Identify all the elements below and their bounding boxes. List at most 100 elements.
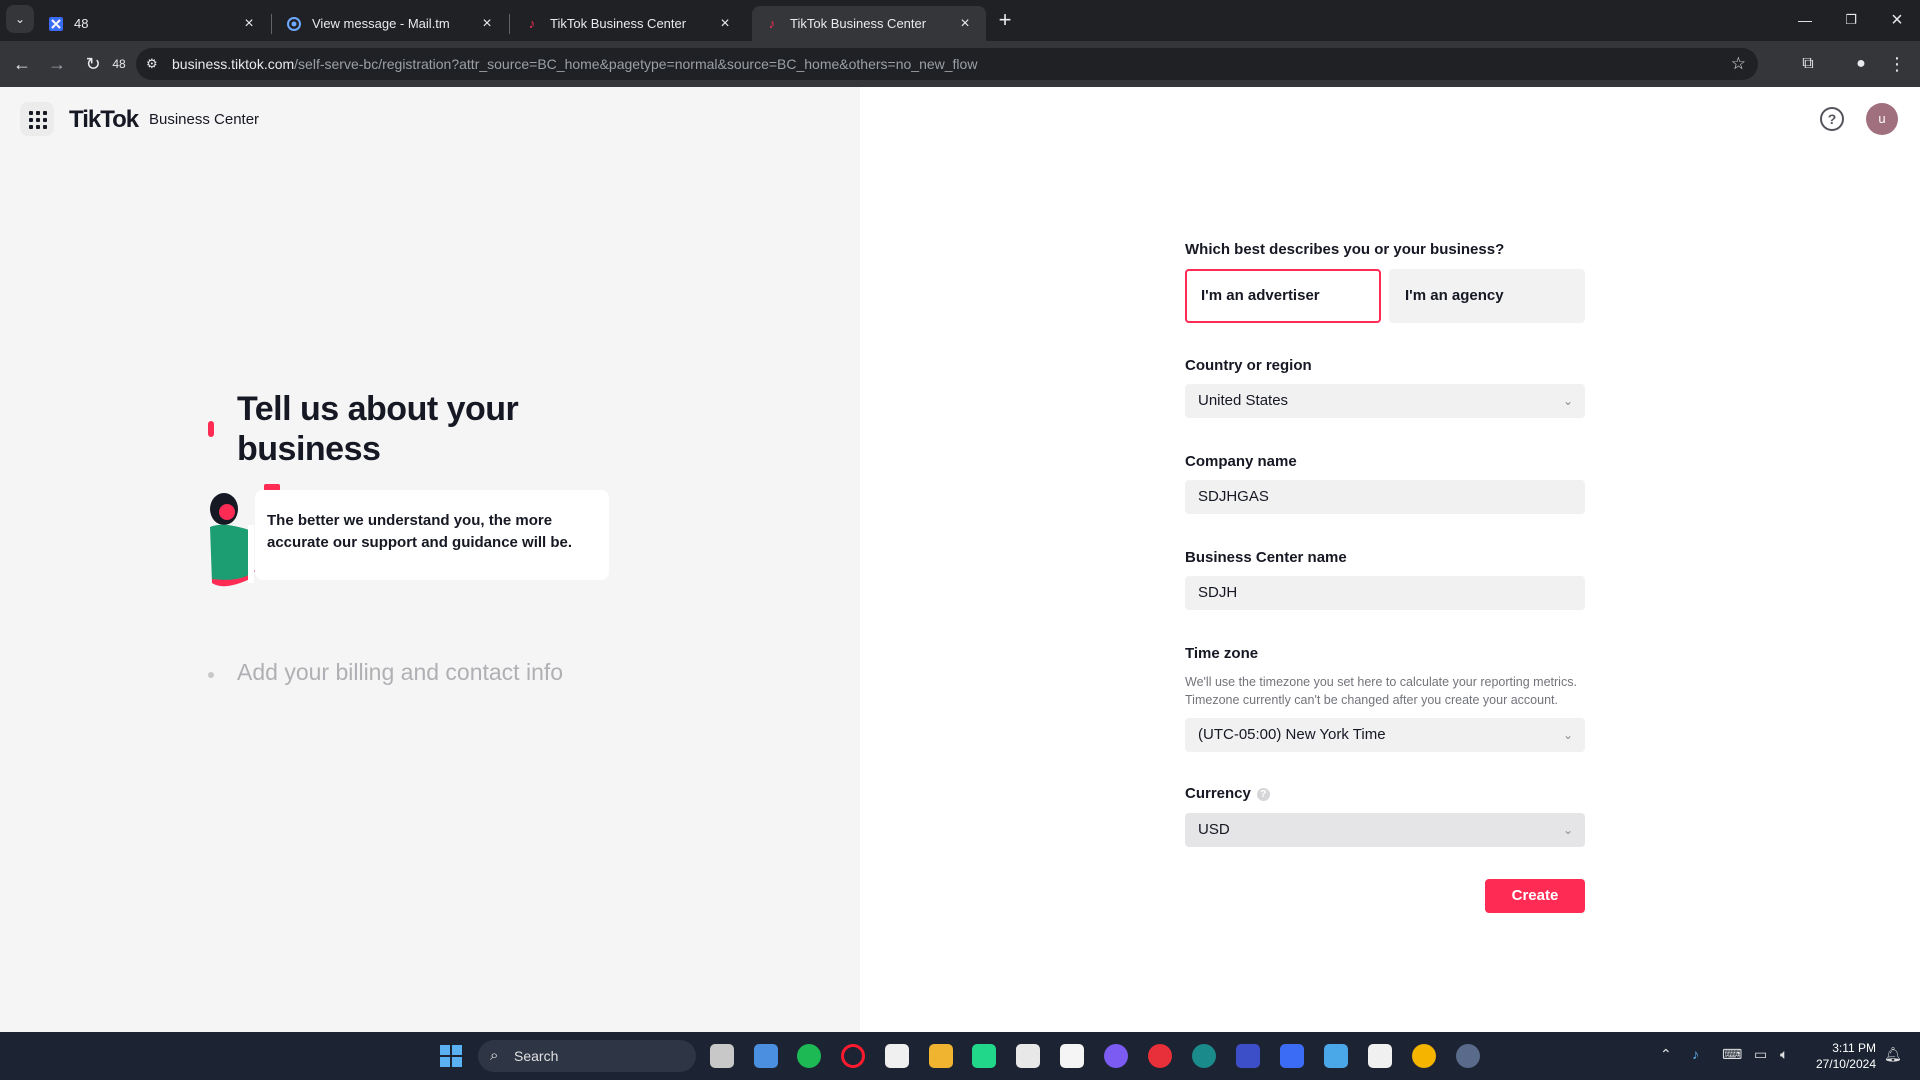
circle-app-icon[interactable] [1192, 1044, 1216, 1068]
window-close-button[interactable]: × [1882, 5, 1912, 35]
current-step-indicator [208, 421, 214, 437]
agency-option[interactable]: I'm an agency [1389, 269, 1585, 323]
tiktok-favicon-icon: ♪ [768, 16, 776, 31]
network-icon[interactable]: ▭ [1754, 1046, 1767, 1063]
pycharm-icon[interactable] [972, 1044, 996, 1068]
chevron-down-icon: ⌄ [1562, 728, 1573, 742]
mail-favicon-icon [286, 16, 302, 32]
back-arrow-icon[interactable]: ← [7, 49, 37, 79]
currency-label-text: Currency [1185, 785, 1251, 802]
search-icon: ⌕ [490, 1047, 499, 1064]
speech-bubble-text: The better we understand you, the more a… [255, 490, 609, 580]
tab-2[interactable]: View message - Mail.tm × [274, 6, 508, 41]
page-header: TikTok Business Center ? u [0, 87, 1920, 151]
timezone-select[interactable]: (UTC-05:00) New York Time ⌄ [1185, 718, 1585, 752]
close-tab-icon[interactable]: × [956, 15, 974, 33]
country-value: United States [1198, 392, 1289, 409]
close-tab-icon[interactable]: × [478, 15, 496, 33]
chevron-up-icon[interactable]: ⌃ [1660, 1046, 1672, 1063]
windows-start-icon[interactable] [440, 1045, 462, 1067]
extensions-icon[interactable]: ⧉ [1793, 49, 1823, 79]
tiktok-logo[interactable]: TikTok [69, 106, 139, 134]
tab-title: View message - Mail.tm [312, 16, 450, 31]
company-name-value: SDJHGAS [1198, 488, 1269, 505]
business-type-question: Which best describes you or your busines… [1185, 241, 1505, 258]
step1-title: Tell us about your business [237, 390, 519, 468]
url-host: business.tiktok.com [172, 56, 295, 72]
bc-name-value: SDJH [1198, 584, 1238, 601]
bc-name-label: Business Center name [1185, 549, 1347, 566]
tab-divider [509, 14, 510, 34]
company-name-input[interactable]: SDJHGAS [1185, 480, 1585, 514]
bc-name-input[interactable]: SDJH [1185, 576, 1585, 610]
close-tab-icon[interactable]: × [716, 15, 734, 33]
notion-calendar-icon[interactable] [1368, 1044, 1392, 1068]
profile-icon[interactable]: ● [1846, 49, 1876, 79]
help-icon[interactable]: ? [1820, 107, 1844, 131]
tab-search-button[interactable]: ⌄ [6, 5, 34, 33]
restore-button[interactable]: ❐ [1836, 5, 1866, 35]
advertiser-option[interactable]: I'm an advertiser [1185, 269, 1381, 323]
timezone-hint: We'll use the timezone you set here to c… [1185, 675, 1577, 707]
windows-taskbar: ⌕ Search ⌃ ♪ ⌨ ▭ 🔈︎ 3:11 PM 27/10/2024 🔔… [0, 1032, 1920, 1080]
notepad-icon[interactable] [1324, 1044, 1348, 1068]
maps-app-icon[interactable] [754, 1044, 778, 1068]
url-path: /self-serve-bc/registration?attr_source=… [294, 56, 978, 72]
apps-grid-icon[interactable] [20, 102, 54, 136]
currency-select[interactable]: USD ⌄ [1185, 813, 1585, 847]
keyboard-icon[interactable]: ⌨ [1722, 1046, 1742, 1063]
minimize-button[interactable]: — [1790, 5, 1820, 35]
office-app-icon[interactable] [929, 1044, 953, 1068]
step2-title: Add your billing and contact info [237, 659, 564, 685]
browser-menu-icon[interactable]: ⋮ [1882, 49, 1912, 79]
file-explorer-icon[interactable] [710, 1044, 734, 1068]
page-content: Tell us about your business The better w… [0, 87, 1920, 1032]
close-tab-icon[interactable]: × [240, 15, 258, 33]
chrome-icon[interactable] [1412, 1044, 1436, 1068]
clock-date: 27/10/2024 [1815, 1057, 1876, 1071]
business-center-label: Business Center [149, 111, 260, 128]
clock[interactable]: 3:11 PM 27/10/2024 [1808, 1040, 1876, 1072]
volume-icon[interactable]: 🔈︎ [1780, 1046, 1788, 1063]
user-avatar[interactable]: u [1866, 103, 1898, 135]
capcut-icon[interactable] [1060, 1044, 1084, 1068]
tab-1[interactable]: 48 × [36, 6, 270, 41]
bookmark-star-icon[interactable]: ☆ [1731, 54, 1746, 74]
chevron-down-icon: ⌄ [1562, 394, 1573, 408]
tab-4-active[interactable]: ♪ TikTok Business Center × [752, 6, 986, 41]
microphone-icon[interactable]: ♪ [1692, 1046, 1699, 1062]
address-bar[interactable]: ⚙ business.tiktok.com/self-serve-bc/regi… [136, 48, 1758, 80]
new-tab-button[interactable]: + [990, 5, 1020, 35]
tab-divider [271, 14, 272, 34]
country-label: Country or region [1185, 357, 1312, 374]
notification-bell-icon[interactable]: 🔔︎ [1884, 1046, 1902, 1063]
app-favicon-icon [48, 16, 64, 32]
firefox-icon[interactable] [1104, 1044, 1128, 1068]
taskbar-search-label: Search [514, 1048, 559, 1064]
notion-icon[interactable] [885, 1044, 909, 1068]
create-button[interactable]: Create [1485, 879, 1585, 913]
tab-title: TikTok Business Center [550, 16, 687, 31]
currency-value: USD [1198, 821, 1230, 838]
spotify-icon[interactable] [797, 1044, 821, 1068]
active-app-icon[interactable] [1456, 1044, 1480, 1068]
browser-tab-strip: ⌄ 48 × View message - Mail.tm × ♪ TikTok… [0, 0, 1920, 41]
search-app-icon[interactable] [1236, 1044, 1260, 1068]
opera-icon[interactable] [841, 1044, 865, 1068]
calendar-icon[interactable] [1016, 1044, 1040, 1068]
forward-arrow-icon[interactable]: → [42, 49, 72, 79]
left-pane: Tell us about your business The better w… [0, 87, 860, 1032]
tab-title: TikTok Business Center [790, 16, 927, 31]
blue-x-app-icon[interactable] [1280, 1044, 1304, 1068]
site-info-icon[interactable]: ⚙ [146, 56, 158, 72]
info-icon[interactable]: ? [1256, 787, 1270, 801]
clock-time: 3:11 PM [1832, 1041, 1876, 1055]
company-name-label: Company name [1185, 453, 1297, 470]
country-select[interactable]: United States ⌄ [1185, 384, 1585, 418]
timezone-label: Time zone [1185, 645, 1259, 662]
browser-toolbar: ← → ↻ 48 ⚙ business.tiktok.com/self-serv… [0, 41, 1920, 87]
timezone-value: (UTC-05:00) New York Time [1198, 726, 1386, 743]
taskbar-search[interactable]: ⌕ Search [478, 1040, 696, 1072]
tab-3[interactable]: ♪ TikTok Business Center × [512, 6, 746, 41]
power-app-icon[interactable] [1148, 1044, 1172, 1068]
